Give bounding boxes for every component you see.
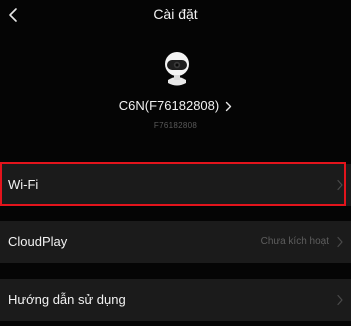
chevron-right-icon bbox=[337, 179, 343, 191]
wifi-row[interactable]: Wi-Fi bbox=[0, 162, 351, 206]
device-serial: F76182808 bbox=[153, 121, 198, 130]
nav-bar: Cài đặt bbox=[0, 0, 351, 34]
device-name: C6N(F76182808) bbox=[118, 98, 220, 113]
chevron-right-icon bbox=[226, 101, 232, 112]
user-guide-label: Hướng dẫn sử dụng bbox=[8, 292, 126, 307]
user-guide-row[interactable]: Hướng dẫn sử dụng bbox=[0, 279, 351, 321]
settings-screen: Cài đặt C6N(F76182808) F76182808 Wi-Fi C… bbox=[0, 0, 351, 326]
device-header[interactable]: C6N(F76182808) F76182808 bbox=[0, 46, 351, 138]
page-title: Cài đặt bbox=[153, 6, 198, 22]
cloudplay-status: Chưa kích hoạt bbox=[260, 236, 329, 247]
cloudplay-label: CloudPlay bbox=[8, 234, 68, 249]
highlight-frame bbox=[0, 162, 346, 206]
chevron-right-icon bbox=[337, 236, 343, 248]
camera-icon bbox=[165, 52, 189, 86]
wifi-label: Wi-Fi bbox=[8, 177, 39, 192]
chevron-right-icon bbox=[337, 294, 343, 306]
device-name-row[interactable]: C6N(F76182808) bbox=[0, 98, 351, 113]
cloudplay-row[interactable]: CloudPlay Chưa kích hoạt bbox=[0, 221, 351, 263]
